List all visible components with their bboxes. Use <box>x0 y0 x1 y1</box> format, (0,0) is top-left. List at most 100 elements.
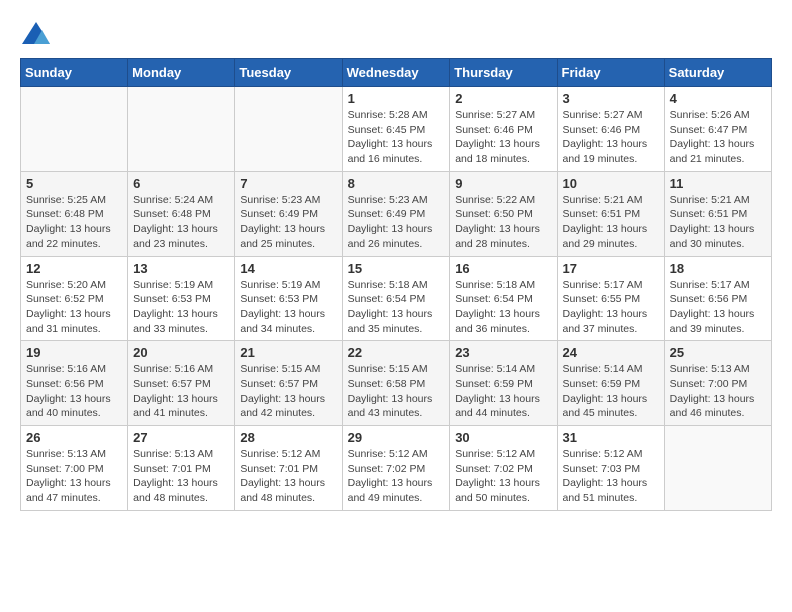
calendar-cell: 31 Sunrise: 5:12 AM Sunset: 7:03 PM Dayli… <box>557 426 664 511</box>
day-number: 3 <box>563 91 659 106</box>
col-header-thursday: Thursday <box>450 59 557 87</box>
day-info: Sunrise: 5:21 AM Sunset: 6:51 PM Dayligh… <box>670 193 766 252</box>
col-header-sunday: Sunday <box>21 59 128 87</box>
calendar-cell: 9 Sunrise: 5:22 AM Sunset: 6:50 PM Daylig… <box>450 171 557 256</box>
day-number: 31 <box>563 430 659 445</box>
calendar-week-3: 12 Sunrise: 5:20 AM Sunset: 6:52 PM Dayli… <box>21 256 772 341</box>
calendar-cell: 17 Sunrise: 5:17 AM Sunset: 6:55 PM Dayli… <box>557 256 664 341</box>
calendar-cell: 11 Sunrise: 5:21 AM Sunset: 6:51 PM Dayli… <box>664 171 771 256</box>
calendar-cell: 15 Sunrise: 5:18 AM Sunset: 6:54 PM Dayli… <box>342 256 450 341</box>
col-header-friday: Friday <box>557 59 664 87</box>
day-info: Sunrise: 5:24 AM Sunset: 6:48 PM Dayligh… <box>133 193 229 252</box>
calendar-cell: 26 Sunrise: 5:13 AM Sunset: 7:00 PM Dayli… <box>21 426 128 511</box>
day-info: Sunrise: 5:20 AM Sunset: 6:52 PM Dayligh… <box>26 278 122 337</box>
day-number: 25 <box>670 345 766 360</box>
col-header-tuesday: Tuesday <box>235 59 342 87</box>
calendar-cell <box>128 87 235 172</box>
day-info: Sunrise: 5:12 AM Sunset: 7:01 PM Dayligh… <box>240 447 336 506</box>
calendar-cell <box>235 87 342 172</box>
calendar-cell: 23 Sunrise: 5:14 AM Sunset: 6:59 PM Dayli… <box>450 341 557 426</box>
day-number: 15 <box>348 261 445 276</box>
day-number: 23 <box>455 345 551 360</box>
calendar-cell: 24Sunrise: 5:14 AM Sunset: 6:59 PM Dayli… <box>557 341 664 426</box>
page-header <box>20 20 772 48</box>
day-number: 8 <box>348 176 445 191</box>
calendar-cell: 5 Sunrise: 5:25 AM Sunset: 6:48 PM Daylig… <box>21 171 128 256</box>
day-info: Sunrise: 5:13 AM Sunset: 7:00 PM Dayligh… <box>26 447 122 506</box>
calendar-week-1: 1Sunrise: 5:28 AM Sunset: 6:45 PM Daylig… <box>21 87 772 172</box>
day-info: Sunrise: 5:21 AM Sunset: 6:51 PM Dayligh… <box>563 193 659 252</box>
day-number: 9 <box>455 176 551 191</box>
day-info: Sunrise: 5:16 AM Sunset: 6:56 PM Dayligh… <box>26 362 122 421</box>
day-number: 11 <box>670 176 766 191</box>
calendar-cell: 13 Sunrise: 5:19 AM Sunset: 6:53 PM Dayli… <box>128 256 235 341</box>
calendar-cell: 4Sunrise: 5:26 AM Sunset: 6:47 PM Daylig… <box>664 87 771 172</box>
calendar-week-5: 26 Sunrise: 5:13 AM Sunset: 7:00 PM Dayli… <box>21 426 772 511</box>
day-number: 21 <box>240 345 336 360</box>
day-number: 22 <box>348 345 445 360</box>
day-number: 4 <box>670 91 766 106</box>
calendar-cell: 6 Sunrise: 5:24 AM Sunset: 6:48 PM Daylig… <box>128 171 235 256</box>
day-info: Sunrise: 5:13 AM Sunset: 7:01 PM Dayligh… <box>133 447 229 506</box>
day-number: 24 <box>563 345 659 360</box>
day-number: 17 <box>563 261 659 276</box>
day-number: 5 <box>26 176 122 191</box>
day-info: Sunrise: 5:25 AM Sunset: 6:48 PM Dayligh… <box>26 193 122 252</box>
calendar-cell: 7 Sunrise: 5:23 AM Sunset: 6:49 PM Daylig… <box>235 171 342 256</box>
calendar-cell: 1Sunrise: 5:28 AM Sunset: 6:45 PM Daylig… <box>342 87 450 172</box>
calendar-cell: 30 Sunrise: 5:12 AM Sunset: 7:02 PM Dayli… <box>450 426 557 511</box>
day-info: Sunrise: 5:22 AM Sunset: 6:50 PM Dayligh… <box>455 193 551 252</box>
day-info: Sunrise: 5:17 AM Sunset: 6:55 PM Dayligh… <box>563 278 659 337</box>
day-number: 16 <box>455 261 551 276</box>
calendar-cell: 20Sunrise: 5:16 AM Sunset: 6:57 PM Dayli… <box>128 341 235 426</box>
day-number: 29 <box>348 430 445 445</box>
col-header-saturday: Saturday <box>664 59 771 87</box>
calendar-cell <box>21 87 128 172</box>
calendar-cell: 25 Sunrise: 5:13 AM Sunset: 7:00 PM Dayli… <box>664 341 771 426</box>
day-number: 30 <box>455 430 551 445</box>
calendar-cell: 19 Sunrise: 5:16 AM Sunset: 6:56 PM Dayli… <box>21 341 128 426</box>
day-info: Sunrise: 5:15 AM Sunset: 6:58 PM Dayligh… <box>348 362 445 421</box>
calendar-week-4: 19 Sunrise: 5:16 AM Sunset: 6:56 PM Dayli… <box>21 341 772 426</box>
calendar-week-2: 5 Sunrise: 5:25 AM Sunset: 6:48 PM Daylig… <box>21 171 772 256</box>
day-info: Sunrise: 5:23 AM Sunset: 6:49 PM Dayligh… <box>240 193 336 252</box>
col-header-monday: Monday <box>128 59 235 87</box>
day-number: 2 <box>455 91 551 106</box>
day-number: 19 <box>26 345 122 360</box>
calendar-cell: 8Sunrise: 5:23 AM Sunset: 6:49 PM Daylig… <box>342 171 450 256</box>
calendar-table: SundayMondayTuesdayWednesdayThursdayFrid… <box>20 58 772 511</box>
day-info: Sunrise: 5:15 AM Sunset: 6:57 PM Dayligh… <box>240 362 336 421</box>
day-info: Sunrise: 5:19 AM Sunset: 6:53 PM Dayligh… <box>240 278 336 337</box>
day-info: Sunrise: 5:27 AM Sunset: 6:46 PM Dayligh… <box>455 108 551 167</box>
day-number: 26 <box>26 430 122 445</box>
calendar-cell: 27 Sunrise: 5:13 AM Sunset: 7:01 PM Dayli… <box>128 426 235 511</box>
day-number: 27 <box>133 430 229 445</box>
calendar-cell: 12 Sunrise: 5:20 AM Sunset: 6:52 PM Dayli… <box>21 256 128 341</box>
calendar-cell: 3Sunrise: 5:27 AM Sunset: 6:46 PM Daylig… <box>557 87 664 172</box>
day-number: 14 <box>240 261 336 276</box>
day-number: 18 <box>670 261 766 276</box>
calendar-cell: 22 Sunrise: 5:15 AM Sunset: 6:58 PM Dayli… <box>342 341 450 426</box>
day-info: Sunrise: 5:13 AM Sunset: 7:00 PM Dayligh… <box>670 362 766 421</box>
day-number: 28 <box>240 430 336 445</box>
day-info: Sunrise: 5:18 AM Sunset: 6:54 PM Dayligh… <box>348 278 445 337</box>
calendar-cell: 14 Sunrise: 5:19 AM Sunset: 6:53 PM Dayli… <box>235 256 342 341</box>
day-info: Sunrise: 5:12 AM Sunset: 7:02 PM Dayligh… <box>455 447 551 506</box>
day-number: 7 <box>240 176 336 191</box>
day-info: Sunrise: 5:19 AM Sunset: 6:53 PM Dayligh… <box>133 278 229 337</box>
calendar-header-row: SundayMondayTuesdayWednesdayThursdayFrid… <box>21 59 772 87</box>
day-info: Sunrise: 5:14 AM Sunset: 6:59 PM Dayligh… <box>455 362 551 421</box>
calendar-cell: 28 Sunrise: 5:12 AM Sunset: 7:01 PM Dayli… <box>235 426 342 511</box>
day-number: 12 <box>26 261 122 276</box>
logo-icon <box>20 20 52 48</box>
calendar-cell: 29Sunrise: 5:12 AM Sunset: 7:02 PM Dayli… <box>342 426 450 511</box>
day-info: Sunrise: 5:12 AM Sunset: 7:03 PM Dayligh… <box>563 447 659 506</box>
day-number: 6 <box>133 176 229 191</box>
day-number: 13 <box>133 261 229 276</box>
day-info: Sunrise: 5:18 AM Sunset: 6:54 PM Dayligh… <box>455 278 551 337</box>
logo <box>20 20 56 48</box>
day-number: 1 <box>348 91 445 106</box>
calendar-cell: 21 Sunrise: 5:15 AM Sunset: 6:57 PM Dayli… <box>235 341 342 426</box>
day-info: Sunrise: 5:16 AM Sunset: 6:57 PM Dayligh… <box>133 362 229 421</box>
col-header-wednesday: Wednesday <box>342 59 450 87</box>
